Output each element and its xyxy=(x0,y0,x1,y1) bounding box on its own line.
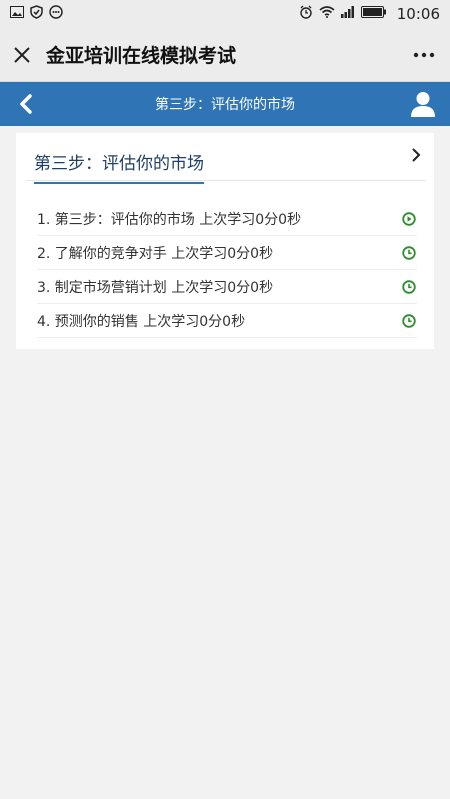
lesson-card: 第三步：评估你的市场 1. 第三步：评估你的市场 上次学习0分0秒 2. 了解你… xyxy=(16,133,434,349)
clock-icon xyxy=(401,313,417,329)
signal-icon xyxy=(340,6,355,22)
status-bar: 10:06 xyxy=(0,0,450,28)
chevron-left-icon xyxy=(20,94,32,114)
back-button[interactable] xyxy=(12,90,40,118)
page-title: 第三步：评估你的市场 xyxy=(155,97,295,113)
lesson-item-3[interactable]: 3. 制定市场营销计划 上次学习0分0秒 xyxy=(37,270,417,304)
more-icon xyxy=(413,52,435,57)
card-title: 第三步：评估你的市场 xyxy=(34,149,204,184)
lesson-item-1[interactable]: 1. 第三步：评估你的市场 上次学习0分0秒 xyxy=(37,202,417,236)
image-icon xyxy=(10,6,24,22)
lesson-label: 4. 预测你的销售 上次学习0分0秒 xyxy=(37,313,246,330)
lesson-list: 1. 第三步：评估你的市场 上次学习0分0秒 2. 了解你的竞争对手 上次学习0… xyxy=(37,202,417,338)
close-icon xyxy=(14,46,30,63)
browser-page-title: 金亚培训在线模拟考试 xyxy=(46,45,237,67)
status-right: 10:06 xyxy=(299,5,440,23)
lesson-label: 2. 了解你的竞争对手 上次学习0分0秒 xyxy=(37,245,274,262)
page-header: 第三步：评估你的市场 xyxy=(0,82,450,126)
battery-icon xyxy=(360,6,387,22)
clock-icon xyxy=(401,245,417,261)
chevron-right-icon xyxy=(412,148,421,162)
browser-title-bar: 金亚培训在线模拟考试 xyxy=(0,28,450,82)
card-header[interactable]: 第三步：评估你的市场 xyxy=(26,141,426,184)
lesson-label: 3. 制定市场营销计划 上次学习0分0秒 xyxy=(37,279,274,296)
play-circle-icon xyxy=(401,211,417,227)
status-left xyxy=(10,5,63,23)
alarm-icon xyxy=(299,5,313,23)
shield-icon xyxy=(30,5,43,23)
lesson-label: 1. 第三步：评估你的市场 上次学习0分0秒 xyxy=(37,211,302,228)
user-button[interactable] xyxy=(408,88,438,120)
expand-arrow[interactable] xyxy=(406,145,426,165)
status-time: 10:06 xyxy=(396,5,440,23)
more-button[interactable] xyxy=(398,28,450,82)
close-button[interactable] xyxy=(0,28,44,82)
user-icon xyxy=(411,92,435,117)
lesson-item-2[interactable]: 2. 了解你的竞争对手 上次学习0分0秒 xyxy=(37,236,417,270)
message-icon xyxy=(49,5,63,23)
lesson-item-4[interactable]: 4. 预测你的销售 上次学习0分0秒 xyxy=(37,304,417,338)
clock-icon xyxy=(401,279,417,295)
wifi-icon xyxy=(319,6,335,22)
